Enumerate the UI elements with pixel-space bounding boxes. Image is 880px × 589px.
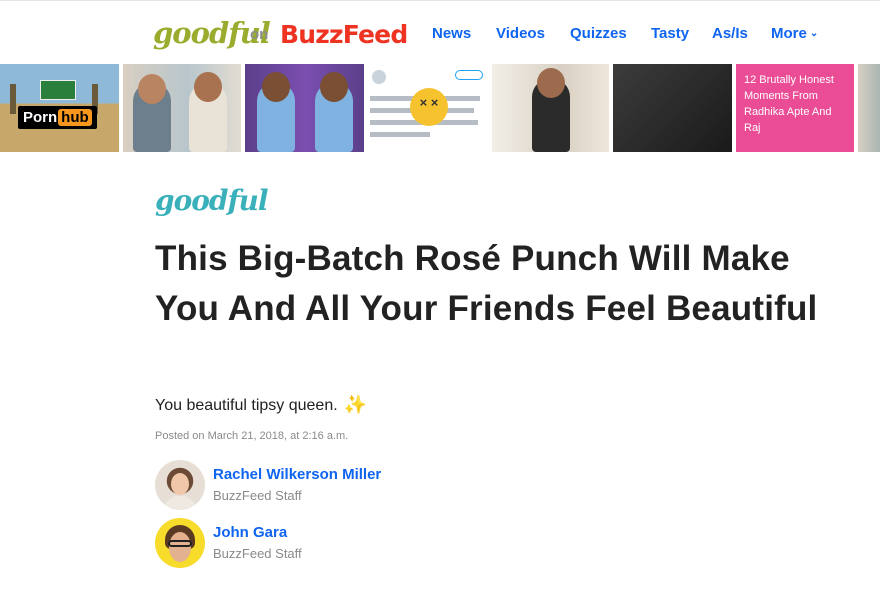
dek-text: You beautiful tipsy queen. bbox=[155, 397, 338, 414]
author-name-link[interactable]: John Gara bbox=[213, 524, 287, 541]
promo-text: 12 Brutally Honest Moments From Radhika … bbox=[744, 74, 834, 134]
byline-author: Rachel Wilkerson Miller BuzzFeed Staff bbox=[155, 460, 455, 510]
article-headline: This Big-Batch Rosé Punch Will Make You … bbox=[155, 239, 818, 328]
thumb-couple-lift[interactable] bbox=[492, 64, 609, 152]
thumb-pornhub[interactable]: Porn hub bbox=[0, 64, 119, 152]
person-face bbox=[320, 72, 348, 102]
avatar-face bbox=[171, 473, 189, 495]
person-face bbox=[537, 68, 565, 98]
nav-tasty[interactable]: Tasty bbox=[651, 25, 689, 42]
article-dek: You beautiful tipsy queen. ✨ bbox=[155, 394, 366, 415]
logo-on-label: on bbox=[250, 26, 269, 43]
thumb-partial[interactable] bbox=[858, 64, 880, 152]
top-border bbox=[0, 0, 880, 3]
tree-graphic bbox=[10, 84, 16, 114]
person-face bbox=[262, 72, 290, 102]
author-role: BuzzFeed Staff bbox=[213, 488, 302, 503]
thumb-couple-sofa[interactable] bbox=[123, 64, 241, 152]
pornhub-hub: hub bbox=[58, 109, 92, 126]
thumb-cctv-bike[interactable] bbox=[613, 64, 732, 152]
thumb-promo-radhika[interactable]: 12 Brutally Honest Moments From Radhika … bbox=[736, 64, 854, 152]
nav-more-label: More bbox=[771, 25, 807, 42]
tweet-avatar bbox=[372, 70, 386, 84]
author-role: BuzzFeed Staff bbox=[213, 546, 302, 561]
author-name-link[interactable]: Rachel Wilkerson Miller bbox=[213, 466, 381, 483]
thumb-tweet[interactable]: × × bbox=[366, 64, 489, 152]
chevron-down-icon: ⌄ bbox=[809, 28, 819, 39]
site-header: goodful on BuzzFeed News Videos Quizzes … bbox=[0, 6, 880, 62]
buzzfeed-logo[interactable]: BuzzFeed bbox=[280, 20, 408, 49]
avatar-glasses bbox=[168, 540, 192, 547]
avatar[interactable] bbox=[155, 518, 205, 568]
avatar-face bbox=[169, 532, 191, 562]
pornhub-porn: Porn bbox=[23, 109, 58, 126]
tweet-follow-button bbox=[455, 70, 483, 80]
nav-more[interactable]: More ⌄ bbox=[771, 25, 818, 42]
tweet-text-line bbox=[370, 132, 430, 137]
byline-author: John Gara BuzzFeed Staff bbox=[155, 518, 455, 568]
posted-timestamp: Posted on March 21, 2018, at 2:16 a.m. bbox=[155, 430, 349, 442]
thumb-twin-men[interactable] bbox=[245, 64, 364, 152]
avatar[interactable] bbox=[155, 460, 205, 510]
nav-videos[interactable]: Videos bbox=[496, 25, 545, 42]
person-face bbox=[194, 72, 222, 102]
sparkles-icon: ✨ bbox=[343, 394, 367, 414]
road-sign-graphic bbox=[40, 80, 76, 100]
avatar-body bbox=[164, 496, 196, 510]
pornhub-logo: Porn hub bbox=[18, 106, 97, 129]
person-face bbox=[138, 74, 166, 104]
nav-asis[interactable]: As/Is bbox=[712, 25, 748, 42]
trending-strip: Porn hub × × 12 Brutally Honest Moments F… bbox=[0, 64, 880, 152]
nav-quizzes[interactable]: Quizzes bbox=[570, 25, 627, 42]
dizzy-face-icon: × × bbox=[410, 88, 448, 126]
nav-news[interactable]: News bbox=[432, 25, 471, 42]
goodful-brand-mark[interactable]: goodful bbox=[155, 184, 269, 217]
